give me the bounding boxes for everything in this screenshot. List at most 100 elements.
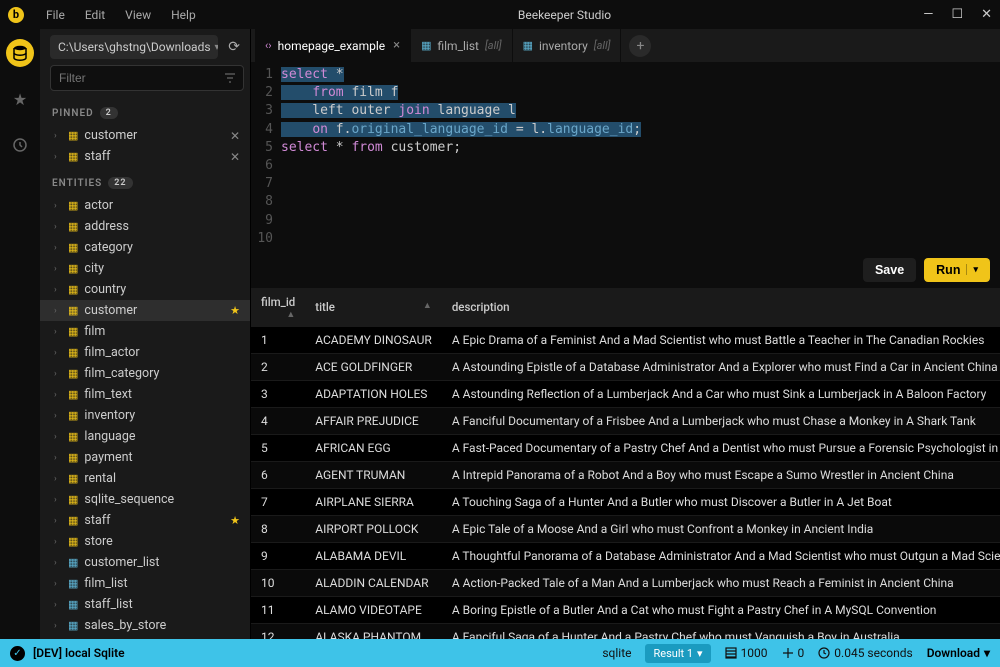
table-row[interactable]: 5AFRICAN EGGA Fast-Paced Documentary of …: [251, 434, 1000, 461]
entity-inventory[interactable]: ›▦inventory: [40, 405, 250, 426]
entity-label: staff: [84, 149, 224, 164]
chevron-right-icon: ›: [54, 558, 62, 568]
sort-icon: ▲: [423, 300, 432, 311]
close-button[interactable]: ✕: [981, 7, 992, 22]
tab-film_list[interactable]: ▦film_list[all]: [411, 29, 513, 62]
table-row[interactable]: 2ACE GOLDFINGERA Astounding Epistle of a…: [251, 353, 1000, 380]
entity-address[interactable]: ›▦address: [40, 216, 250, 237]
table-row[interactable]: 1ACADEMY DINOSAURA Epic Drama of a Femin…: [251, 327, 1000, 354]
row-count: 1000: [725, 646, 768, 660]
entity-language[interactable]: ›▦language: [40, 426, 250, 447]
entities-section-header: ENTITIES 22: [40, 167, 250, 195]
table-icon: ▦: [68, 367, 78, 380]
entity-country[interactable]: ›▦country: [40, 279, 250, 300]
table-row[interactable]: 8AIRPORT POLLOCKA Epic Tale of a Moose A…: [251, 515, 1000, 542]
entity-label: category: [84, 240, 240, 255]
col-description[interactable]: description▲: [442, 288, 1000, 327]
chevron-right-icon: ›: [54, 152, 62, 162]
entity-label: staff: [84, 513, 224, 528]
table-row[interactable]: 12ALASKA PHANTOMA Fanciful Saga of a Hun…: [251, 623, 1000, 639]
table-icon: ▦: [68, 409, 78, 422]
unpin-button[interactable]: ✕: [230, 150, 240, 164]
chevron-right-icon: ›: [54, 369, 62, 379]
pending-changes: 0: [782, 646, 805, 660]
entity-store[interactable]: ›▦store: [40, 531, 250, 552]
entity-staff[interactable]: ›▦staff★: [40, 510, 250, 531]
new-tab-button[interactable]: +: [629, 35, 651, 57]
entity-label: customer: [84, 128, 224, 143]
save-button[interactable]: Save: [863, 258, 916, 282]
chevron-right-icon: ›: [54, 285, 62, 295]
entity-staff_list[interactable]: ›▦staff_list: [40, 594, 250, 615]
menu-help[interactable]: Help: [161, 8, 206, 22]
run-button[interactable]: Run ▾: [924, 258, 990, 282]
col-film_id[interactable]: film_id▲: [251, 288, 305, 327]
table-icon: ▦: [68, 199, 78, 212]
table-icon: ▦: [68, 283, 78, 296]
tab-suffix: [all]: [594, 39, 611, 52]
col-title[interactable]: title▲: [305, 288, 442, 327]
connection-name[interactable]: [DEV] local Sqlite: [33, 646, 125, 660]
table-row[interactable]: 6AGENT TRUMANA Intrepid Panorama of a Ro…: [251, 461, 1000, 488]
close-tab-button[interactable]: ×: [393, 38, 400, 53]
pin-icon[interactable]: ★: [230, 304, 240, 317]
table-row[interactable]: 11ALAMO VIDEOTAPEA Boring Epistle of a B…: [251, 596, 1000, 623]
entity-actor[interactable]: ›▦actor: [40, 195, 250, 216]
table-icon: ▦: [68, 430, 78, 443]
sql-editor[interactable]: 12345678910 select * from film f left ou…: [251, 62, 1000, 252]
code-icon: ‹›: [265, 39, 272, 52]
tab-homepage_example[interactable]: ‹›homepage_example×: [255, 29, 411, 62]
table-row[interactable]: 7AIRPLANE SIERRAA Touching Saga of a Hun…: [251, 488, 1000, 515]
table-icon: ▦: [68, 220, 78, 233]
menu-edit[interactable]: Edit: [75, 8, 115, 22]
entity-film_text[interactable]: ›▦film_text: [40, 384, 250, 405]
entity-film_category[interactable]: ›▦film_category: [40, 363, 250, 384]
entity-sqlite_sequence[interactable]: ›▦sqlite_sequence: [40, 489, 250, 510]
entity-film[interactable]: ›▦film: [40, 321, 250, 342]
tab-bar: ‹›homepage_example×▦film_list[all]▦inven…: [251, 29, 1000, 62]
connection-ok-icon: ✓: [10, 646, 25, 661]
pin-icon[interactable]: ★: [230, 514, 240, 527]
star-icon[interactable]: ★: [6, 85, 34, 113]
menu-file[interactable]: File: [36, 8, 75, 22]
chevron-right-icon: ›: [54, 411, 62, 421]
filter-icon[interactable]: [224, 73, 236, 83]
refresh-button[interactable]: ⟳: [224, 35, 244, 59]
chevron-right-icon: ›: [54, 348, 62, 358]
unpin-button[interactable]: ✕: [230, 129, 240, 143]
table-row[interactable]: 4AFFAIR PREJUDICEA Fanciful Documentary …: [251, 407, 1000, 434]
result-selector[interactable]: Result 1 ▾: [645, 644, 710, 663]
entity-film_list[interactable]: ›▦film_list: [40, 573, 250, 594]
entity-category[interactable]: ›▦category: [40, 237, 250, 258]
entity-city[interactable]: ›▦city: [40, 258, 250, 279]
chevron-down-icon[interactable]: ▾: [966, 264, 978, 275]
connection-select[interactable]: C:\Users\ghstng\Downloads ▾: [50, 35, 218, 59]
download-button[interactable]: Download ▾: [927, 646, 990, 660]
results-table[interactable]: film_id▲title▲description▲r 1ACADEMY DIN…: [251, 288, 1000, 639]
entity-label: staff_list: [84, 597, 240, 612]
minimize-button[interactable]: —: [923, 7, 933, 22]
entity-film_actor[interactable]: ›▦film_actor: [40, 342, 250, 363]
table-row[interactable]: 3ADAPTATION HOLESA Astounding Reflection…: [251, 380, 1000, 407]
maximize-button[interactable]: ☐: [951, 7, 963, 22]
entity-payment[interactable]: ›▦payment: [40, 447, 250, 468]
menu-view[interactable]: View: [115, 8, 161, 22]
pinned-staff[interactable]: ›▦staff✕: [40, 146, 250, 167]
entity-label: customer_list: [84, 555, 240, 570]
table-icon: ▦: [523, 39, 533, 52]
table-row[interactable]: 10ALADDIN CALENDARA Action-Packed Tale o…: [251, 569, 1000, 596]
chevron-right-icon: ›: [54, 474, 62, 484]
entity-sales_by_store[interactable]: ›▦sales_by_store: [40, 615, 250, 636]
table-row[interactable]: 9ALABAMA DEVILA Thoughtful Panorama of a…: [251, 542, 1000, 569]
history-icon[interactable]: [6, 131, 34, 159]
database-icon[interactable]: [6, 39, 34, 67]
pinned-customer[interactable]: ›▦customer✕: [40, 125, 250, 146]
entity-customer[interactable]: ›▦customer★: [40, 300, 250, 321]
filter-input[interactable]: [50, 65, 244, 91]
tab-inventory[interactable]: ▦inventory[all]: [513, 29, 622, 62]
entity-rental[interactable]: ›▦rental: [40, 468, 250, 489]
chevron-right-icon: ›: [54, 621, 62, 631]
chevron-right-icon: ›: [54, 327, 62, 337]
table-icon: ▦: [68, 325, 78, 338]
entity-customer_list[interactable]: ›▦customer_list: [40, 552, 250, 573]
